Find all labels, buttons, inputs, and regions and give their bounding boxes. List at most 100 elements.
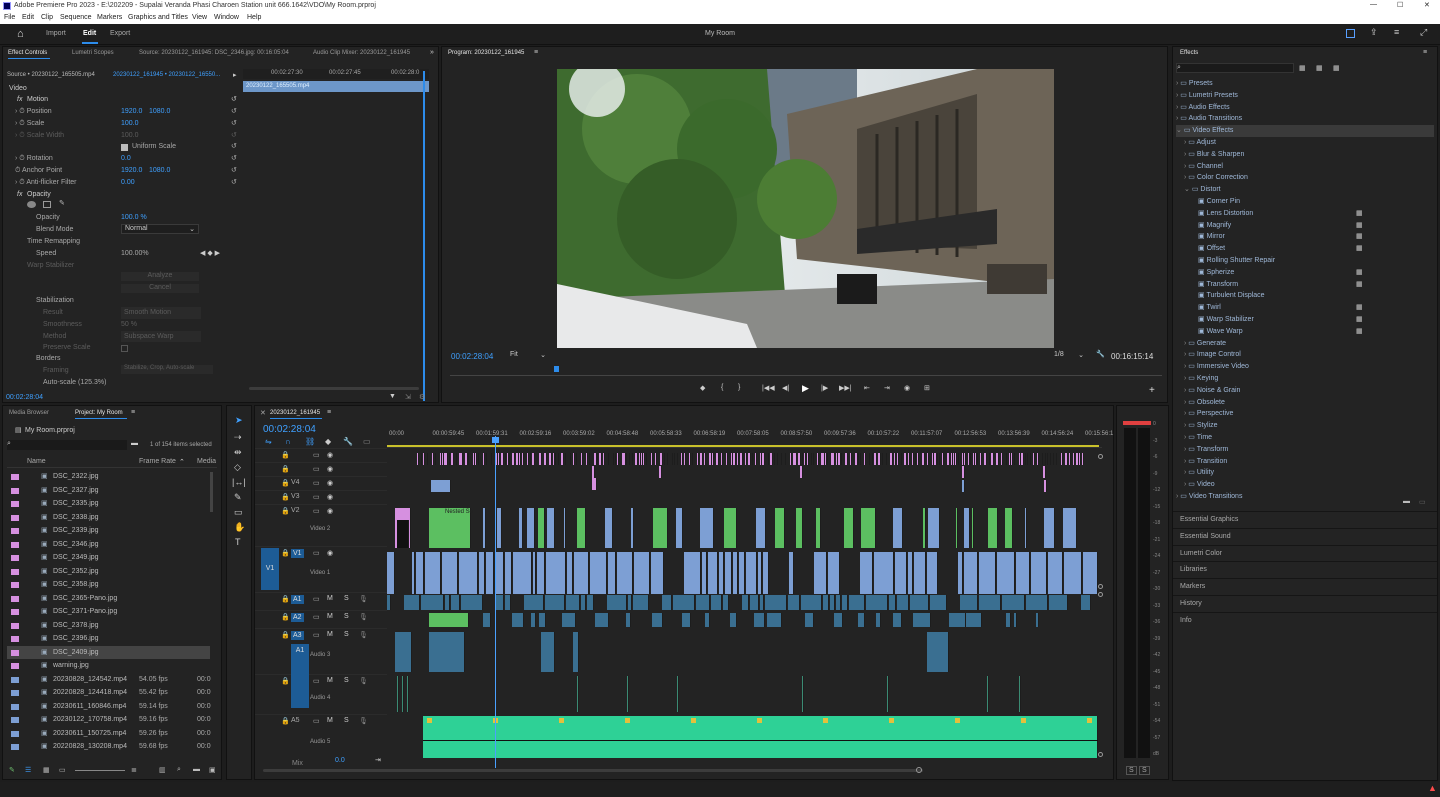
timeline-clip[interactable] xyxy=(845,453,848,465)
tree-item[interactable]: › ▭ Immersive Video xyxy=(1176,361,1434,373)
timeline-clip[interactable] xyxy=(828,552,840,594)
timeline-clip[interactable] xyxy=(874,552,894,594)
timeline-clip[interactable] xyxy=(984,453,987,465)
timeline-clip[interactable] xyxy=(1083,552,1098,594)
timeline-clip[interactable] xyxy=(496,595,504,610)
timeline-clip[interactable] xyxy=(615,453,616,465)
list-item[interactable]: ▣ DSC_2365-Pano.jpg xyxy=(7,592,210,606)
step-back-button[interactable]: ◀| xyxy=(782,384,789,392)
playhead-handle[interactable] xyxy=(492,437,499,443)
track-id[interactable]: A2 xyxy=(291,613,304,622)
timeline-clip[interactable] xyxy=(530,453,531,465)
filter-icon[interactable]: ▼ xyxy=(389,393,396,400)
new-folder-icon[interactable]: ▬ xyxy=(1403,498,1410,505)
column-media[interactable]: Media xyxy=(197,458,216,465)
timeline-clip[interactable] xyxy=(893,508,903,548)
label-color-swatch[interactable] xyxy=(11,528,19,534)
lock-icon[interactable]: 🔒 xyxy=(281,507,290,515)
tree-item[interactable]: › ▭ Presets xyxy=(1176,78,1434,90)
label-color-swatch[interactable] xyxy=(11,595,19,602)
timeline-clip[interactable] xyxy=(461,595,483,610)
project-search[interactable]: ⌕ xyxy=(7,440,127,450)
tree-item[interactable]: ▣ Lens Distortion ▦ xyxy=(1176,208,1434,220)
menu-view[interactable]: View xyxy=(192,14,207,21)
source-patch-v1[interactable]: V1 xyxy=(261,548,279,590)
settings-icon[interactable]: ⚙ xyxy=(419,393,425,401)
timeline-clip[interactable] xyxy=(634,552,650,594)
menu-icon[interactable]: ≡ xyxy=(1394,27,1399,37)
timeline-clip[interactable] xyxy=(962,480,965,492)
v-scrollbar[interactable] xyxy=(210,472,213,512)
label-color-swatch[interactable] xyxy=(11,663,19,669)
timeline-clip[interactable] xyxy=(795,453,797,465)
timeline-clip[interactable] xyxy=(739,552,745,594)
borders-label[interactable]: Borders xyxy=(36,355,61,362)
go-to-in-button[interactable]: |◀◀ xyxy=(762,384,775,392)
export-icon[interactable]: ⇲ xyxy=(405,393,411,401)
timeline-clip[interactable] xyxy=(407,676,409,712)
timeline-clip[interactable] xyxy=(689,453,691,465)
timeline-timecode[interactable]: 00:02:28:04 xyxy=(263,424,316,435)
label-color-swatch[interactable] xyxy=(11,582,19,588)
label-color-swatch[interactable] xyxy=(11,649,19,656)
timeline-clip[interactable] xyxy=(567,552,573,594)
timeline-clip[interactable] xyxy=(702,552,707,594)
list-item[interactable]: ▣ DSC_2352.jpg xyxy=(7,565,210,579)
timeline-clip[interactable] xyxy=(646,453,647,465)
timeline-clip[interactable] xyxy=(897,453,899,465)
track-header[interactable]: 🔒 ▭ ◉ xyxy=(255,490,387,504)
timeline-clip[interactable] xyxy=(505,453,506,465)
play-only-icon[interactable]: ▸ xyxy=(233,71,237,79)
track-header[interactable]: 🔒 ▭ M S 🎙 xyxy=(255,592,387,610)
timeline-clip[interactable] xyxy=(592,478,597,490)
sync-lock-icon[interactable]: ▭ xyxy=(313,479,320,487)
timeline-clip[interactable] xyxy=(527,453,529,465)
tree-item[interactable]: ⌄ ▭ Distort xyxy=(1176,184,1434,196)
sequence-link[interactable]: 20230122_161945 • 20230122_16550... xyxy=(113,72,220,78)
ripple-edit-tool-icon[interactable]: ⇹ xyxy=(234,447,242,458)
eye-icon[interactable]: ◉ xyxy=(327,479,333,487)
effect-timecode[interactable]: 00:02:28:04 xyxy=(6,394,43,401)
timeline-clip[interactable] xyxy=(1025,453,1026,465)
timeline-clip[interactable] xyxy=(836,595,841,610)
prop-value[interactable]: 1080.0 xyxy=(149,106,170,118)
tree-item[interactable]: › ▭ Color Correction xyxy=(1176,172,1434,184)
lock-icon[interactable]: 🔒 xyxy=(281,465,290,473)
timeline-clip[interactable] xyxy=(534,453,535,465)
timeline-clip[interactable] xyxy=(547,508,555,548)
track-id[interactable]: V1 xyxy=(291,549,304,558)
vscroll-handle[interactable] xyxy=(1098,752,1103,757)
timeline-clip[interactable] xyxy=(964,508,970,548)
timeline-clip[interactable] xyxy=(519,508,523,548)
go-to-out-button[interactable]: ▶▶| xyxy=(839,384,852,392)
timeline-clip[interactable] xyxy=(860,453,861,465)
rect-mask-icon[interactable] xyxy=(43,201,51,208)
list-item[interactable]: ▣ DSC_2322.jpg xyxy=(7,470,210,484)
timeline-clip[interactable] xyxy=(651,552,664,594)
tree-item[interactable]: › ▭ Audio Effects xyxy=(1176,102,1434,114)
timeline-clip[interactable] xyxy=(1014,613,1017,627)
timeline-clip[interactable] xyxy=(928,508,940,548)
timeline-clip[interactable] xyxy=(980,453,982,465)
timeline-clip[interactable] xyxy=(860,552,873,594)
label-color-swatch[interactable] xyxy=(11,622,19,629)
timeline-clip[interactable] xyxy=(1001,453,1003,465)
timeline-clip[interactable] xyxy=(1053,453,1054,465)
timeline-clip[interactable] xyxy=(958,453,959,465)
label-color-swatch[interactable] xyxy=(11,514,19,521)
timeline-clip[interactable] xyxy=(429,632,465,672)
tree-item[interactable]: › ▭ Transform xyxy=(1176,444,1434,456)
tree-item[interactable]: ▣ Twirl ▦ xyxy=(1176,302,1434,314)
timeline-clip[interactable] xyxy=(733,552,738,594)
timeline-clip[interactable] xyxy=(603,453,605,465)
timeline-clip[interactable] xyxy=(501,453,504,465)
program-scrubber[interactable] xyxy=(450,366,1162,376)
reset-icon[interactable]: ↺ xyxy=(231,141,237,153)
stopwatch-icon[interactable]: ⏱ xyxy=(19,155,24,162)
track-header[interactable]: 🔒 ▭ ◉ xyxy=(255,448,387,462)
timeline-clip[interactable] xyxy=(1045,453,1046,465)
timeline-clip[interactable] xyxy=(841,453,842,465)
timeline-clip[interactable] xyxy=(672,453,673,465)
list-item[interactable]: ▣ DSC_2409.jpg xyxy=(7,645,210,659)
timeline-clip[interactable] xyxy=(576,453,577,465)
